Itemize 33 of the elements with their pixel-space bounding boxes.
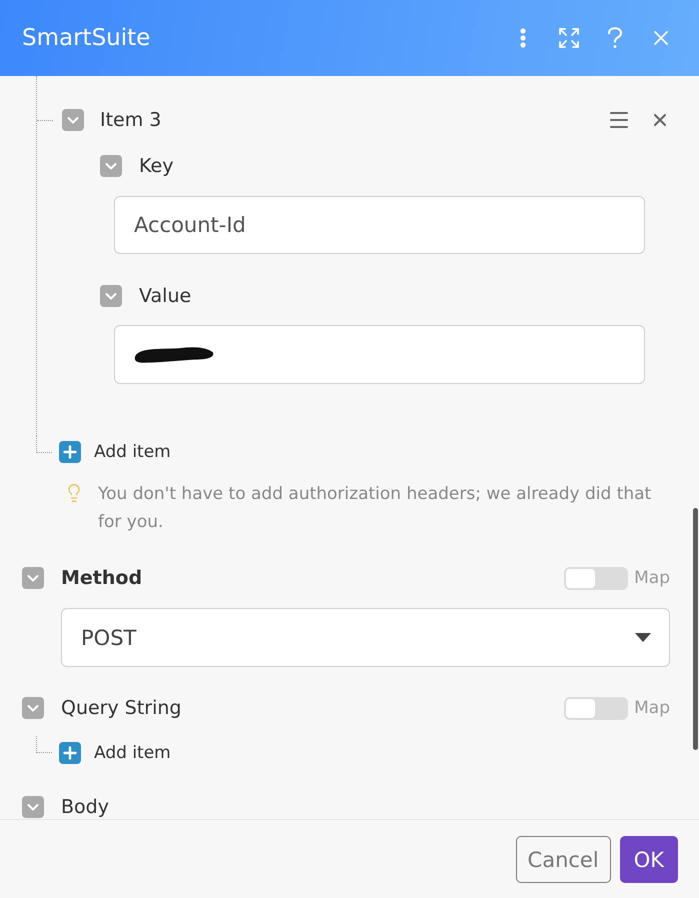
add-item-button[interactable]: Add item bbox=[59, 441, 171, 463]
collapse-chevron-icon[interactable] bbox=[22, 567, 44, 589]
expand-icon bbox=[557, 26, 581, 50]
map-toggle[interactable] bbox=[564, 566, 628, 590]
collapse-chevron-icon[interactable] bbox=[100, 155, 122, 177]
add-item-button[interactable]: Add item bbox=[59, 742, 171, 764]
expand-button[interactable] bbox=[557, 26, 581, 50]
map-label: Map bbox=[634, 568, 670, 588]
field-label: Key bbox=[139, 155, 174, 177]
cancel-button[interactable]: Cancel bbox=[516, 836, 611, 883]
ok-button[interactable]: OK bbox=[620, 836, 678, 883]
key-input[interactable]: Account-Id bbox=[114, 196, 645, 254]
map-label: Map bbox=[634, 698, 670, 718]
section-label: Query String bbox=[61, 697, 182, 719]
section-label: Method bbox=[61, 567, 142, 589]
dialog-title: SmartSuite bbox=[22, 25, 150, 51]
kebab-icon bbox=[520, 28, 526, 48]
collapse-chevron-icon[interactable] bbox=[62, 109, 84, 131]
collapse-chevron-icon[interactable] bbox=[22, 697, 44, 719]
collapse-chevron-icon[interactable] bbox=[22, 796, 44, 818]
section-label: Body bbox=[61, 796, 109, 818]
value-input[interactable] bbox=[114, 325, 645, 384]
plus-icon bbox=[59, 441, 81, 463]
hint-text: You don't have to add authorization headers; we already did that for you. bbox=[98, 483, 652, 534]
help-icon bbox=[608, 27, 622, 49]
collapse-chevron-icon[interactable] bbox=[100, 285, 122, 307]
plus-icon bbox=[59, 742, 81, 764]
scrollbar-thumb[interactable] bbox=[693, 508, 698, 750]
caret-down-icon bbox=[635, 633, 651, 642]
map-toggle[interactable] bbox=[564, 696, 628, 720]
field-label: Value bbox=[139, 285, 192, 307]
method-select[interactable]: POST bbox=[61, 608, 670, 667]
item-title: Item 3 bbox=[100, 109, 162, 131]
